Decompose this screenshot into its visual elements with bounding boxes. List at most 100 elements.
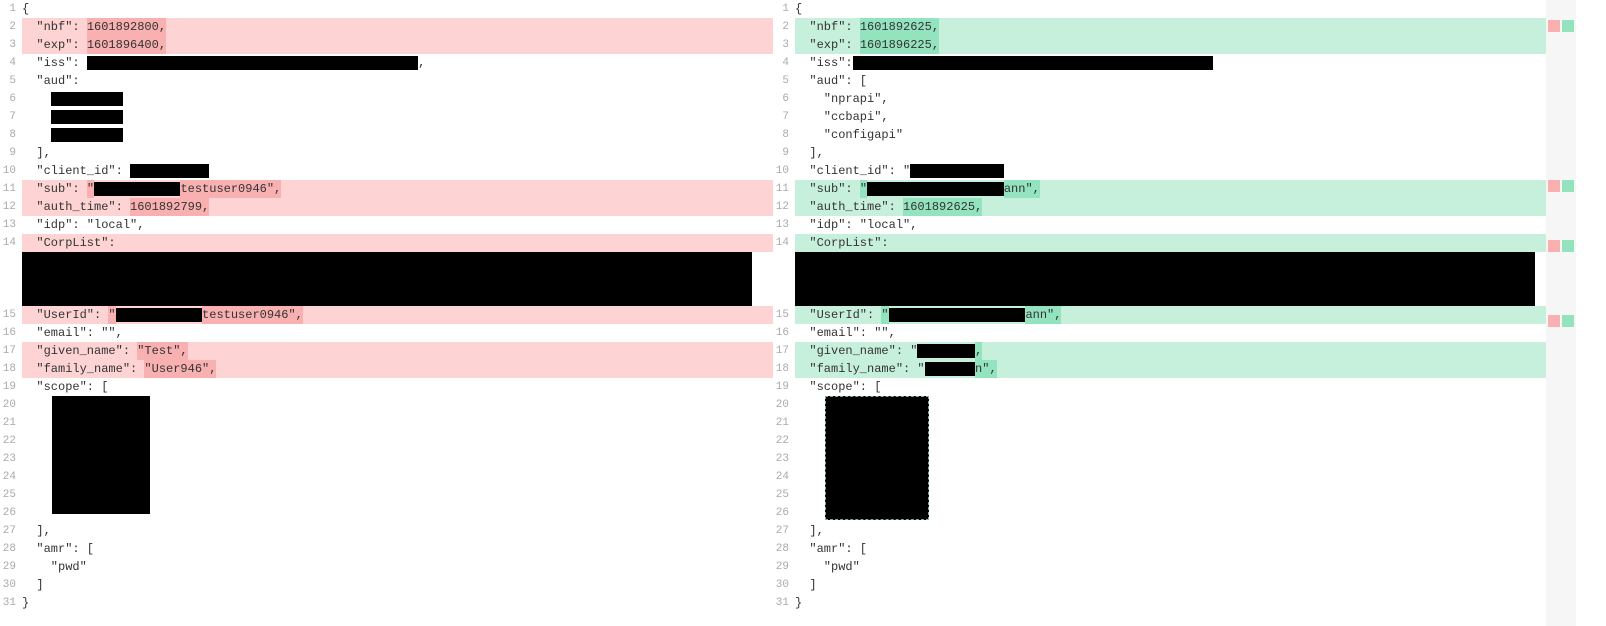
code-line[interactable]: 22 xyxy=(0,432,773,450)
code-line[interactable]: 11 "sub": "xxxxxxxxxxxxtestuser0946", xyxy=(0,180,773,198)
code-line[interactable]: 28 "amr": [ xyxy=(0,540,773,558)
code-line[interactable]: 29 "pwd" xyxy=(773,558,1546,576)
code-line[interactable]: 23 xyxy=(773,450,1546,468)
code-line[interactable]: 17 "given_name": "Test", xyxy=(0,342,773,360)
code-line[interactable]: 15 "UserId": "xxxxxxxxxxxxtestuser0946", xyxy=(0,306,773,324)
code-line[interactable]: 20 xyxy=(773,396,1546,414)
code-line[interactable]: 22 xyxy=(773,432,1546,450)
diff-right-pane[interactable]: 1{2 "nbf": 1601892625,3 "exp": 160189622… xyxy=(773,0,1546,626)
code-line[interactable]: 4 "iss":xxxxxxxxxxxxxxxxxxxxxxxxxxxxxxxx… xyxy=(773,54,1546,72)
code-content: "exp": 1601896400, xyxy=(22,36,773,54)
code-line[interactable]: 9 ], xyxy=(0,144,773,162)
code-line[interactable]: 12 "auth_time": 1601892799, xyxy=(0,198,773,216)
code-line[interactable]: 5 "aud": [ xyxy=(773,72,1546,90)
code-line[interactable]: 19 "scope": [ xyxy=(773,378,1546,396)
code-line[interactable]: 2 "nbf": 1601892800, xyxy=(0,18,773,36)
line-number: 12 xyxy=(0,198,22,216)
code-line[interactable]: 6 xxxxxxxxxx xyxy=(0,90,773,108)
minimap-marker-removed[interactable] xyxy=(1548,240,1560,252)
code-line[interactable]: 1{ xyxy=(773,0,1546,18)
code-line[interactable]: 1{ xyxy=(0,0,773,18)
line-number: 7 xyxy=(773,108,795,126)
code-content: ], xyxy=(795,522,1546,540)
code-line[interactable]: 13 "idp": "local", xyxy=(0,216,773,234)
code-content: "client_id": "xxxxxxxxxxxxx xyxy=(795,162,1546,180)
diff-left-pane[interactable]: 1{2 "nbf": 1601892800,3 "exp": 160189640… xyxy=(0,0,773,626)
redacted-text: xxxxxxxxxxxx xyxy=(116,308,202,322)
code-line[interactable]: 16 "email": "", xyxy=(0,324,773,342)
code-content: "client_id": xxxxxxxxxxx xyxy=(22,162,773,180)
code-line[interactable]: 15 "UserId": "xxxxxxxxxxxxxxxxxxxann", xyxy=(773,306,1546,324)
code-line[interactable]: 17 "given_name": "xxxxxxxx, xyxy=(773,342,1546,360)
line-number: 5 xyxy=(773,72,795,90)
code-line[interactable]: 13 "idp": "local", xyxy=(773,216,1546,234)
code-content: "scope": [ xyxy=(22,378,773,396)
diff-minimap[interactable] xyxy=(1546,0,1576,626)
code-line[interactable]: 3 "exp": 1601896400, xyxy=(0,36,773,54)
code-line[interactable]: 23 xyxy=(0,450,773,468)
line-number: 31 xyxy=(0,594,22,612)
minimap-marker-removed[interactable] xyxy=(1548,180,1560,192)
minimap-marker-removed[interactable] xyxy=(1548,20,1560,32)
code-line[interactable]: 6 "nprapi", xyxy=(773,90,1546,108)
code-line[interactable]: 25 xyxy=(773,486,1546,504)
line-number: 23 xyxy=(0,450,22,468)
line-number: 27 xyxy=(0,522,22,540)
code-line[interactable]: 30 ] xyxy=(773,576,1546,594)
code-content: "email": "", xyxy=(795,324,1546,342)
code-line[interactable]: 7 "ccbapi", xyxy=(773,108,1546,126)
minimap-marker-removed[interactable] xyxy=(1548,315,1560,327)
code-line[interactable]: 26 xyxy=(773,504,1546,522)
code-line[interactable]: 3 "exp": 1601896225, xyxy=(773,36,1546,54)
redacted-text: xxxxxxxxxxxxx xyxy=(910,164,1004,178)
code-line[interactable]: 27 ], xyxy=(773,522,1546,540)
code-line[interactable]: 19 "scope": [ xyxy=(0,378,773,396)
code-line[interactable]: 10 "client_id": "xxxxxxxxxxxxx xyxy=(773,162,1546,180)
code-line[interactable]: 18 "family_name": "User946", xyxy=(0,360,773,378)
code-line[interactable]: 20 xyxy=(0,396,773,414)
code-line[interactable]: 18 "family_name": "xxxxxxxn", xyxy=(773,360,1546,378)
line-number: 22 xyxy=(0,432,22,450)
code-line[interactable]: 25 xyxy=(0,486,773,504)
code-line[interactable]: 7 xxxxxxxxxx xyxy=(0,108,773,126)
minimap-marker-added[interactable] xyxy=(1562,180,1574,192)
code-content: "iss": xxxxxxxxxxxxxxxxxxxxxxxxxxxxxxxxx… xyxy=(22,54,773,72)
code-line[interactable]: 30 ] xyxy=(0,576,773,594)
minimap-marker-added[interactable] xyxy=(1562,315,1574,327)
code-line[interactable]: 8 xxxxxxxxxx xyxy=(0,126,773,144)
code-line[interactable]: 24 xyxy=(773,468,1546,486)
code-line[interactable]: 21 xyxy=(0,414,773,432)
redacted-text: xxxxxxxxxxxx xyxy=(94,182,180,196)
code-line[interactable]: 24 xyxy=(0,468,773,486)
code-line[interactable]: 11 "sub": "xxxxxxxxxxxxxxxxxxxann", xyxy=(773,180,1546,198)
code-line[interactable]: 31} xyxy=(773,594,1546,612)
code-content: "aud": xyxy=(22,72,773,90)
code-line[interactable]: 4 "iss": xxxxxxxxxxxxxxxxxxxxxxxxxxxxxxx… xyxy=(0,54,773,72)
minimap-marker-added[interactable] xyxy=(1562,20,1574,32)
line-number: 26 xyxy=(773,504,795,522)
line-number: 29 xyxy=(773,558,795,576)
code-content: "family_name": "User946", xyxy=(22,360,773,378)
line-number: 30 xyxy=(773,576,795,594)
code-line[interactable]: 10 "client_id": xxxxxxxxxxx xyxy=(0,162,773,180)
code-line[interactable]: 12 "auth_time": 1601892625, xyxy=(773,198,1546,216)
code-line[interactable]: 14 "CorpList": xyxy=(773,234,1546,252)
code-line[interactable]: 29 "pwd" xyxy=(0,558,773,576)
redacted-text: xxxxxxxxxxxxxxxxxxx xyxy=(867,182,1004,196)
code-line[interactable]: 26 xyxy=(0,504,773,522)
line-number: 4 xyxy=(0,54,22,72)
code-line[interactable]: 16 "email": "", xyxy=(773,324,1546,342)
code-line[interactable]: 9 ], xyxy=(773,144,1546,162)
redacted-block xyxy=(795,252,1535,306)
code-line[interactable]: 8 "configapi" xyxy=(773,126,1546,144)
code-line[interactable]: 21 xyxy=(773,414,1546,432)
code-line[interactable]: 31} xyxy=(0,594,773,612)
minimap-marker-added[interactable] xyxy=(1562,240,1574,252)
line-number: 12 xyxy=(773,198,795,216)
code-line[interactable]: 27 ], xyxy=(0,522,773,540)
code-content xyxy=(795,414,1546,432)
code-line[interactable]: 5 "aud": xyxy=(0,72,773,90)
code-line[interactable]: 2 "nbf": 1601892625, xyxy=(773,18,1546,36)
code-line[interactable]: 14 "CorpList": xyxy=(0,234,773,252)
code-line[interactable]: 28 "amr": [ xyxy=(773,540,1546,558)
